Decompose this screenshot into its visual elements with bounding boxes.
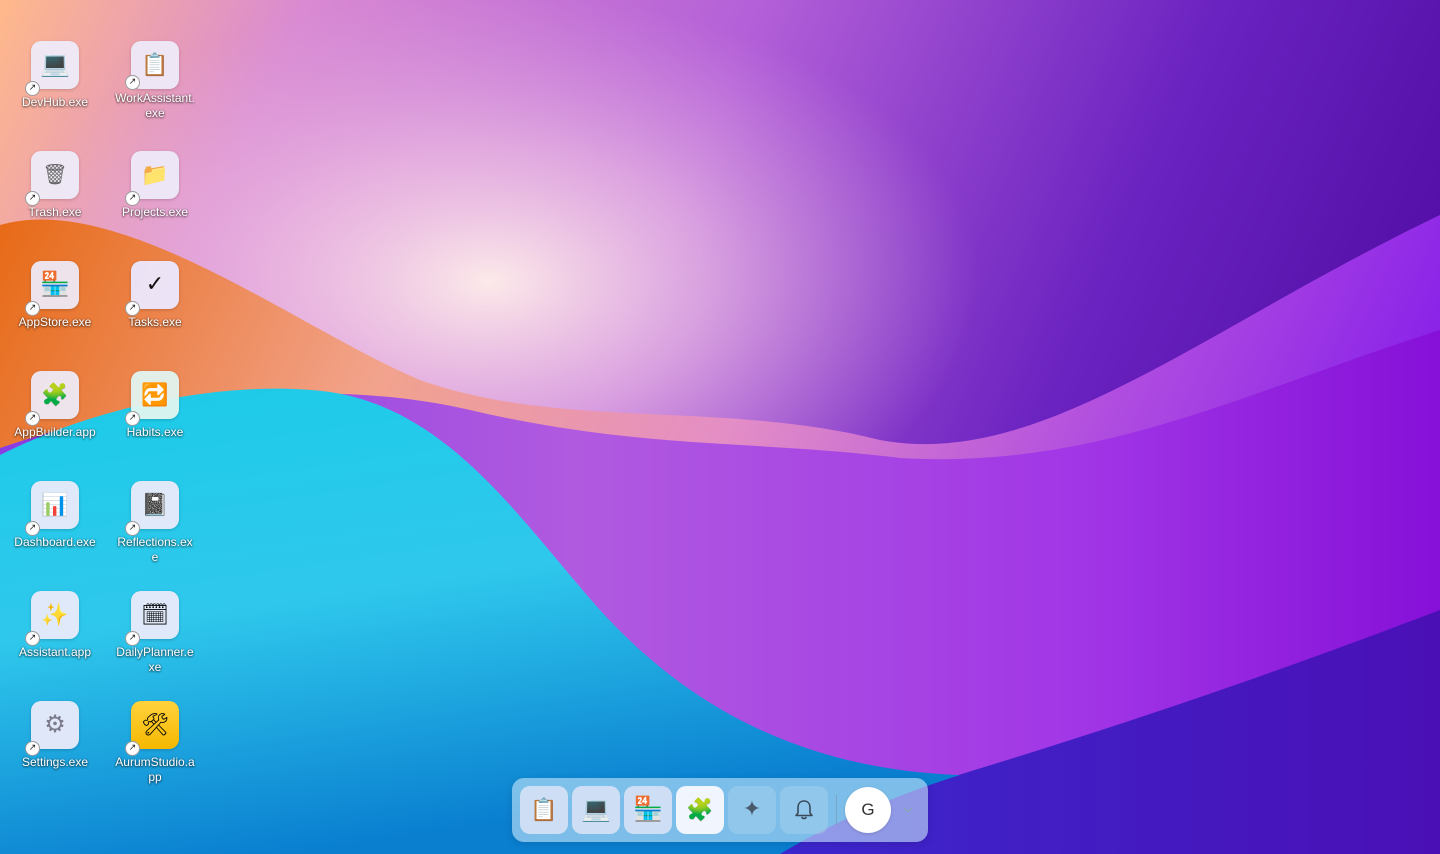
desktop-icon-tasks[interactable]: ✓ ↗ Tasks.exe	[110, 261, 200, 330]
sparkles-icon: ✨	[41, 602, 69, 627]
computer-icon: 💻	[581, 796, 611, 823]
desktop-icon-label: AppStore.exe	[18, 315, 92, 329]
shortcut-arrow-icon: ↗	[125, 631, 140, 646]
shortcut-arrow-icon: ↗	[125, 521, 140, 536]
hammer-wrench-icon: 🛠	[141, 712, 169, 737]
notebook-icon: 📓	[141, 492, 169, 517]
desktop-icon-label: Reflections.exe	[117, 535, 193, 564]
shortcut-arrow-icon: ↗	[125, 191, 140, 206]
shortcut-arrow-icon: ↗	[125, 411, 140, 426]
shortcut-arrow-icon: ↗	[25, 521, 40, 536]
store-icon: 🏪	[633, 796, 663, 823]
desktop-icon-appbuilder[interactable]: 🧩 ↗ AppBuilder.app	[10, 371, 100, 440]
notifications-button[interactable]	[780, 786, 828, 834]
gear-icon: ⚙	[44, 711, 66, 738]
shortcut-arrow-icon: ↗	[125, 741, 140, 756]
repeat-icon: 🔁	[141, 382, 169, 407]
folder-icon: 📁	[141, 162, 169, 187]
shortcut-arrow-icon: ↗	[25, 631, 40, 646]
desktop-icon-label: Projects.exe	[121, 205, 189, 219]
shortcut-arrow-icon: ↗	[25, 301, 40, 316]
user-avatar[interactable]: G	[845, 787, 891, 833]
desktop-icon-devhub[interactable]: 💻 ↗ DevHub.exe	[10, 41, 100, 110]
shortcut-arrow-icon: ↗	[125, 301, 140, 316]
desktop-wallpaper	[0, 0, 1440, 854]
desktop-icon-trash[interactable]: 🗑 ↗ Trash.exe	[10, 151, 100, 220]
computer-icon: 💻	[40, 51, 70, 78]
desktop-icon-label: AurumStudio.app	[115, 755, 195, 784]
desktop-icon-label: DevHub.exe	[21, 95, 89, 109]
desktop-icon-label: Trash.exe	[28, 205, 82, 219]
desktop-icon-label: Settings.exe	[21, 755, 89, 769]
desktop-icon-projects[interactable]: 📁 ↗ Projects.exe	[110, 151, 200, 220]
shortcut-arrow-icon: ↗	[25, 191, 40, 206]
desktop-icon-habits[interactable]: 🔁 ↗ Habits.exe	[110, 371, 200, 440]
shortcut-arrow-icon: ↗	[25, 411, 40, 426]
bar-chart-icon: 📊	[41, 492, 69, 517]
desktop-icon-label: Tasks.exe	[128, 315, 182, 329]
clipboard-icon: 📋	[141, 52, 169, 77]
shortcut-arrow-icon: ↗	[25, 81, 40, 96]
taskbar-app-devhub[interactable]: 💻	[572, 786, 620, 834]
trash-icon: 🗑	[42, 164, 68, 186]
taskbar-app-workassistant[interactable]: 📋	[520, 786, 568, 834]
taskbar-divider	[836, 795, 837, 825]
desktop-icon-label: Assistant.app	[18, 645, 92, 659]
taskbar-app-appbuilder[interactable]: 🧩	[676, 786, 724, 834]
desktop-icon-appstore[interactable]: 🏪 ↗ AppStore.exe	[10, 261, 100, 330]
desktop-icon-settings[interactable]: ⚙ ↗ Settings.exe	[10, 701, 100, 770]
desktop-icon-workassistant[interactable]: 📋 ↗ WorkAssistant.exe	[110, 41, 200, 121]
desktop-icon-label: Habits.exe	[126, 425, 184, 439]
sparkle-icon: ✦	[742, 797, 762, 822]
clipboard-icon: 📋	[530, 797, 558, 822]
shortcut-arrow-icon: ↗	[25, 741, 40, 756]
shortcut-arrow-icon: ↗	[125, 75, 140, 90]
puzzle-icon: 🧩	[41, 382, 69, 407]
desktop-icon-dailyplanner[interactable]: 🗓 ↗ DailyPlanner.exe	[110, 591, 200, 675]
checkmark-icon: ✓	[145, 272, 165, 297]
desktop-icon-assistant[interactable]: ✨ ↗ Assistant.app	[10, 591, 100, 660]
store-icon: 🏪	[40, 271, 70, 298]
desktop-icon-label: AppBuilder.app	[14, 425, 96, 439]
desktop-icon-label: Dashboard.exe	[14, 535, 96, 549]
desktop-icon-reflections[interactable]: 📓 ↗ Reflections.exe	[110, 481, 200, 565]
desktop-icon-dashboard[interactable]: 📊 ↗ Dashboard.exe	[10, 481, 100, 550]
desktop-icon-label: WorkAssistant.exe	[115, 91, 195, 120]
calendar-icon: 🗓	[141, 602, 169, 627]
desktop-icon-aurumstudio[interactable]: 🛠 ↗ AurumStudio.app	[110, 701, 200, 785]
taskbar-app-appstore[interactable]: 🏪	[624, 786, 672, 834]
assistant-button[interactable]: ✦	[728, 786, 776, 834]
puzzle-icon: 🧩	[686, 797, 714, 822]
bell-icon	[795, 800, 813, 820]
desktop-icon-label: DailyPlanner.exe	[116, 645, 194, 674]
taskbar: 📋 💻 🏪 🧩 ✦ G	[512, 778, 928, 842]
chevron-down-icon[interactable]	[903, 805, 913, 815]
